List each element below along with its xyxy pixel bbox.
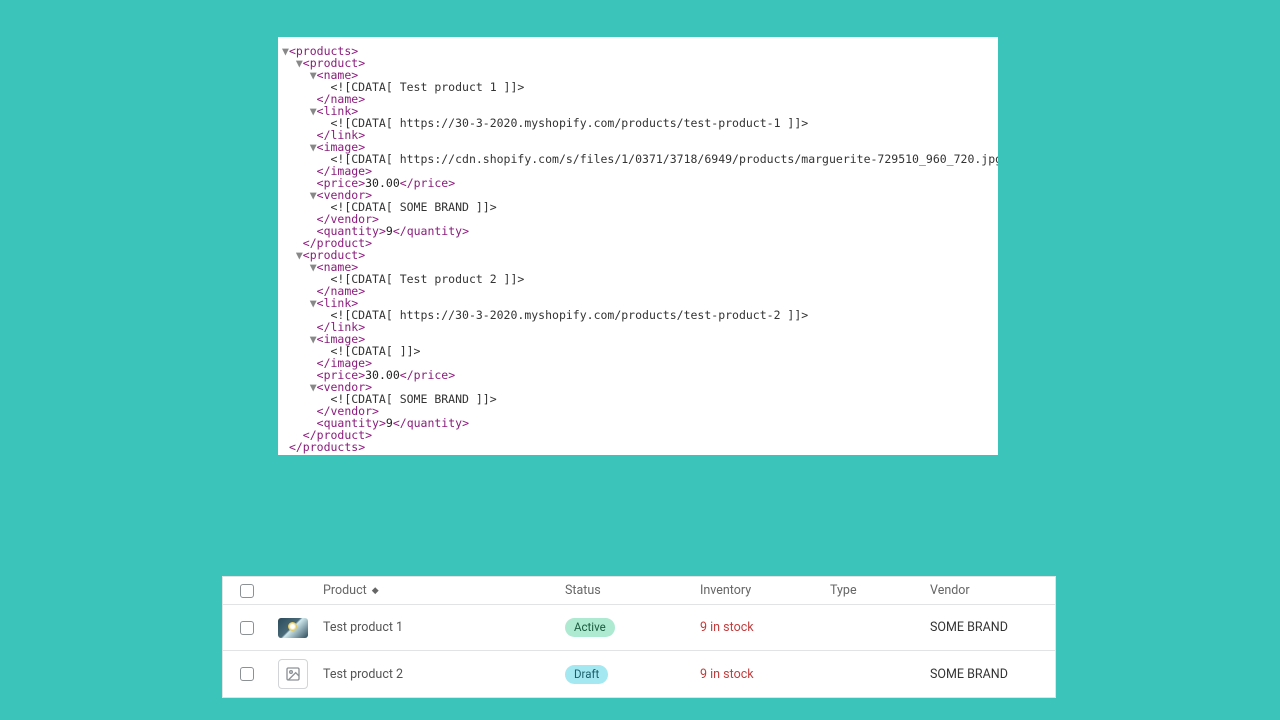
xml-text: 9 bbox=[386, 224, 393, 238]
product-thumbnail bbox=[278, 618, 308, 638]
vendor-value: SOME BRAND bbox=[930, 620, 1050, 635]
column-header-status[interactable]: Status bbox=[565, 583, 700, 598]
inventory-value: 9 in stock bbox=[700, 620, 830, 635]
xml-cdata: <![CDATA[ https://cdn.shopify.com/s/file… bbox=[330, 152, 998, 166]
xml-tag: /quantity bbox=[400, 416, 462, 430]
xml-cdata: <![CDATA[ https://30-3-2020.myshopify.co… bbox=[330, 116, 808, 130]
xml-tag: /price bbox=[407, 368, 449, 382]
column-header-inventory[interactable]: Inventory bbox=[700, 583, 830, 598]
xml-tag: /products bbox=[296, 440, 358, 454]
table-row[interactable]: Test product 1 Active 9 in stock SOME BR… bbox=[223, 605, 1055, 651]
table-header-row: Product ◆ Status Inventory Type Vendor bbox=[223, 577, 1055, 605]
inventory-value: 9 in stock bbox=[700, 667, 830, 682]
products-table: Product ◆ Status Inventory Type Vendor T… bbox=[222, 576, 1056, 698]
vendor-value: SOME BRAND bbox=[930, 667, 1050, 682]
xml-tag: /quantity bbox=[400, 224, 462, 238]
table-row[interactable]: Test product 2 Draft 9 in stock SOME BRA… bbox=[223, 651, 1055, 697]
xml-text: 9 bbox=[386, 416, 393, 430]
status-badge: Draft bbox=[565, 665, 608, 684]
sort-icon: ◆ bbox=[372, 586, 379, 596]
column-header-type[interactable]: Type bbox=[830, 583, 930, 598]
column-header-product[interactable]: Product ◆ bbox=[315, 583, 565, 598]
product-name: Test product 2 bbox=[315, 667, 565, 682]
xml-cdata: <![CDATA[ https://30-3-2020.myshopify.co… bbox=[330, 308, 808, 322]
header-product-label: Product bbox=[323, 583, 367, 598]
column-header-vendor[interactable]: Vendor bbox=[930, 583, 1050, 598]
product-name: Test product 1 bbox=[315, 620, 565, 635]
image-placeholder-icon bbox=[278, 659, 308, 689]
status-badge: Active bbox=[565, 618, 615, 637]
xml-code-panel: ▼<products> ▼<product> ▼<name> <![CDATA[… bbox=[278, 37, 998, 455]
xml-tag: /price bbox=[407, 176, 449, 190]
select-all-checkbox[interactable] bbox=[240, 584, 254, 598]
row-checkbox[interactable] bbox=[240, 667, 254, 681]
row-checkbox[interactable] bbox=[240, 621, 254, 635]
